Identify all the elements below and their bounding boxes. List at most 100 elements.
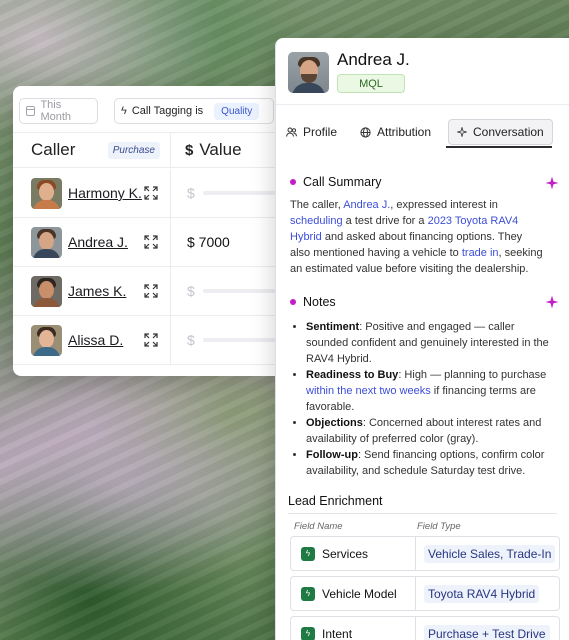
caller-cell: James K. [13, 267, 171, 315]
avatar [31, 324, 62, 356]
field-name-cell: ϟ Vehicle Model [291, 577, 416, 610]
notes-title: Notes [290, 295, 336, 309]
field-name-cell: ϟ Intent [291, 617, 416, 640]
caller-name-link[interactable]: Andrea J. [68, 234, 128, 250]
list-item: Sentiment: Positive and engaged — caller… [306, 319, 556, 367]
tab-attribution[interactable]: Attribution [360, 119, 431, 145]
value-amount: $ 7000 [187, 234, 230, 250]
call-tagging-filter[interactable]: ϟ Call Tagging is Quality [114, 98, 274, 124]
caller-name-link[interactable]: James K. [68, 283, 126, 299]
summary-highlight[interactable]: scheduling [290, 215, 343, 227]
call-summary-label: Call Summary [303, 175, 382, 189]
field-name-header: Field Name [294, 521, 343, 532]
expand-icon[interactable] [144, 186, 158, 200]
table-row[interactable]: Andrea J. $ 7000 [13, 218, 303, 267]
caller-name-title: Andrea J. [337, 50, 410, 69]
list-item: Objections: Concerned about interest rat… [306, 415, 556, 447]
divider [288, 513, 557, 514]
field-name-cell: ϟ Services [291, 537, 416, 570]
bolt-icon: ϟ [121, 105, 127, 117]
table-header: Caller Purchase $ Value [13, 132, 303, 168]
summary-text-part: The caller, [290, 199, 344, 211]
avatar [31, 275, 62, 307]
calls-table-card: This Month ϟ Call Tagging is Quality Cal… [13, 86, 303, 376]
caller-detail-panel: Andrea J. MQL Profile Attribution Conver… [275, 38, 569, 640]
caller-cell: Harmony K. [13, 169, 171, 217]
note-label: Objections [306, 417, 363, 429]
note-label: Follow-up [306, 449, 358, 461]
lead-enrichment-title: Lead Enrichment [288, 494, 383, 508]
ai-sparkle-icon[interactable] [545, 176, 559, 190]
active-tab-indicator [446, 146, 552, 148]
summary-highlight[interactable]: Andrea J. [343, 199, 390, 211]
caller-cell: Andrea J. [13, 218, 171, 266]
value-placeholder: $ [187, 283, 195, 299]
value-placeholder: $ [187, 185, 195, 201]
call-tagging-label: Call Tagging is [131, 105, 204, 117]
people-icon [286, 127, 297, 137]
list-item: Follow-up: Send financing options, confi… [306, 447, 556, 479]
caller-column-header[interactable]: Caller Purchase [13, 133, 171, 167]
caller-name-link[interactable]: Harmony K. [68, 185, 142, 201]
bullet-dot-icon [290, 299, 296, 305]
filter-bar: This Month ϟ Call Tagging is Quality [19, 98, 274, 124]
globe-icon [360, 126, 371, 138]
purchase-badge: Purchase [107, 141, 160, 159]
value-header-label: Value [199, 140, 242, 159]
caller-name-link[interactable]: Alissa D. [68, 332, 123, 348]
calendar-icon [26, 106, 36, 116]
field-name: Intent [322, 626, 353, 640]
value-placeholder: $ [187, 332, 195, 348]
value-placeholder-bar [202, 191, 283, 195]
date-filter[interactable]: This Month [19, 98, 98, 124]
list-item: Readiness to Buy: High — planning to pur… [306, 367, 556, 415]
note-label: Sentiment [306, 321, 360, 333]
value-placeholder-bar [202, 289, 283, 293]
tab-conversation[interactable]: Conversation [448, 119, 553, 145]
notes-list: Sentiment: Positive and engaged — caller… [306, 319, 556, 479]
ai-sparkle-icon[interactable] [545, 295, 559, 309]
tab-profile-label: Profile [303, 125, 338, 139]
field-name: Services [322, 546, 369, 561]
field-type-tag: Vehicle Sales, Trade-In [424, 544, 556, 563]
notes-label: Notes [303, 295, 336, 309]
tab-attribution-label: Attribution [377, 125, 432, 139]
caller-header-label: Caller [31, 140, 76, 159]
table-row[interactable]: James K. $ [13, 267, 303, 316]
dollar-icon: $ [185, 141, 194, 159]
tab-profile[interactable]: Profile [286, 119, 337, 145]
caller-cell: Alissa D. [13, 316, 171, 364]
bolt-icon: ϟ [301, 546, 315, 561]
expand-icon[interactable] [144, 235, 158, 249]
note-highlight[interactable]: within the next two weeks [306, 385, 431, 397]
bullet-dot-icon [290, 179, 296, 185]
status-badge: MQL [337, 74, 405, 93]
date-filter-label: This Month [40, 99, 72, 123]
enrichment-row[interactable]: ϟ Intent Purchase + Test Drive [290, 616, 560, 640]
bolt-icon: ϟ [301, 586, 315, 601]
enrichment-row[interactable]: ϟ Vehicle Model Toyota RAV4 Hybrid [290, 576, 560, 611]
summary-highlight[interactable]: trade in [462, 247, 499, 259]
bolt-icon: ϟ [301, 626, 315, 640]
summary-text-part: , expressed interest in [390, 199, 498, 211]
table-row[interactable]: Harmony K. $ [13, 169, 303, 218]
tab-conversation-label: Conversation [473, 125, 544, 139]
panel-tabs: Profile Attribution Conversation [276, 104, 569, 150]
enrichment-row[interactable]: ϟ Services Vehicle Sales, Trade-In [290, 536, 560, 571]
field-type-tag: Purchase + Test Drive [424, 624, 550, 640]
value-placeholder-bar [202, 338, 283, 342]
avatar [288, 52, 329, 93]
expand-icon[interactable] [144, 333, 158, 347]
value-column-header[interactable]: $ Value [171, 140, 242, 160]
note-text: : High — planning to purchase [398, 369, 547, 381]
avatar [31, 226, 62, 258]
expand-icon[interactable] [144, 284, 158, 298]
field-type-header: Field Type [417, 521, 461, 532]
call-summary-title: Call Summary [290, 175, 382, 189]
sparkle-icon [457, 127, 467, 137]
field-type-tag: Toyota RAV4 Hybrid [424, 584, 540, 603]
quality-badge: Quality [214, 102, 260, 120]
field-name: Vehicle Model [322, 586, 397, 601]
table-row[interactable]: Alissa D. $ [13, 316, 303, 365]
summary-text-part: a test drive for a [342, 215, 428, 227]
